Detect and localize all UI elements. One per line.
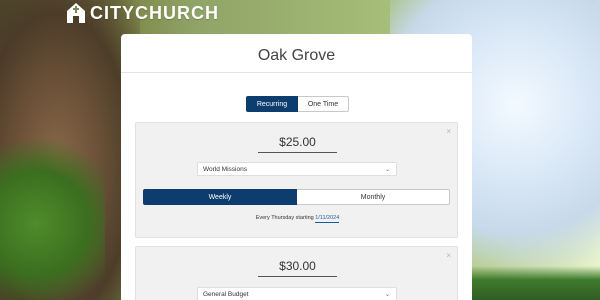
giving-type-toggle: Recurring One Time xyxy=(246,96,349,112)
schedule-text: Every Thursday starting 1/11/2024 xyxy=(136,215,459,223)
chevron-down-icon: ⌄ xyxy=(384,292,390,298)
close-icon[interactable]: × xyxy=(446,251,451,260)
fund-select-value: World Missions xyxy=(203,165,247,173)
fund-select[interactable]: World Missions ⌄ xyxy=(197,162,397,176)
one-time-button[interactable]: One Time xyxy=(298,96,349,112)
start-date-link[interactable]: 1/11/2024 xyxy=(315,215,340,223)
card-header: Oak Grove xyxy=(121,34,472,73)
chevron-down-icon: ⌄ xyxy=(384,167,390,173)
recurring-button[interactable]: Recurring xyxy=(246,96,298,112)
giving-card: Oak Grove Recurring One Time × $25.00 Wo… xyxy=(121,34,472,300)
church-logo-icon xyxy=(67,3,85,23)
gift-panel: × $30.00 General Budget ⌄ xyxy=(135,246,458,300)
gift-panel: × $25.00 World Missions ⌄ Weekly Monthly… xyxy=(135,122,458,238)
close-icon[interactable]: × xyxy=(446,127,451,136)
grass xyxy=(460,266,600,300)
schedule-prefix: Every Thursday starting xyxy=(255,215,314,221)
monthly-button[interactable]: Monthly xyxy=(297,189,450,205)
leaves-left xyxy=(0,130,105,300)
brand-name: CITYCHURCH xyxy=(90,2,219,23)
amount-field[interactable]: $25.00 xyxy=(258,135,337,153)
weekly-button[interactable]: Weekly xyxy=(143,189,297,205)
frequency-toggle: Weekly Monthly xyxy=(143,189,450,205)
brand-logo[interactable]: CITYCHURCH xyxy=(66,2,219,24)
fund-select-value: General Budget xyxy=(203,290,249,298)
church-name: Oak Grove xyxy=(257,47,336,64)
amount-field[interactable]: $30.00 xyxy=(258,259,337,277)
fund-select[interactable]: General Budget ⌄ xyxy=(197,287,397,300)
